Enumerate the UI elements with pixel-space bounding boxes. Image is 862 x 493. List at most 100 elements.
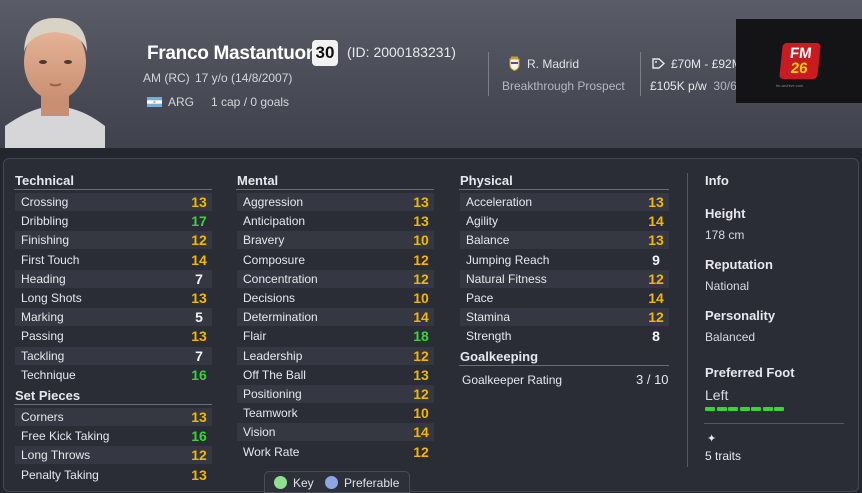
fm26-logo: FM 26 fm-archive.com [736, 19, 862, 103]
attribute-row[interactable]: Positioning 12 [237, 385, 434, 403]
attribute-name: Work Rate [243, 444, 300, 459]
attribute-value: 14 [648, 290, 664, 306]
attribute-name: Aggression [243, 195, 304, 209]
info-divider [687, 173, 688, 467]
contract-expiry: 30/6 [713, 79, 737, 93]
transfer-value: £70M - £92M [671, 57, 742, 71]
attribute-name: Free Kick Taking [21, 429, 110, 444]
attribute-row[interactable]: Leadership 12 [237, 346, 434, 365]
info-heading: Info [705, 173, 729, 188]
set-pieces-heading: Set Pieces [15, 388, 81, 403]
attribute-name: Positioning [243, 387, 302, 401]
height-label: Height [705, 206, 746, 221]
attribute-row[interactable]: Work Rate 12 [237, 443, 434, 461]
player-name: Franco Mastantuono [147, 43, 329, 64]
attribute-row[interactable]: Jumping Reach 9 [460, 251, 669, 269]
attribute-row[interactable]: Acceleration 13 [460, 193, 669, 211]
foot-strength-segment [739, 407, 750, 411]
attribute-name: Teamwork [243, 406, 298, 421]
attribute-row[interactable]: Teamwork 10 [237, 404, 434, 422]
attribute-name: Natural Fitness [466, 271, 547, 286]
international-caps: 1 cap / 0 goals [211, 95, 290, 109]
attribute-value: 13 [191, 328, 207, 345]
foot-strength-segment [728, 407, 738, 411]
attribute-name: Long Throws [21, 448, 91, 463]
key-dot-icon [274, 476, 287, 489]
attribute-row[interactable]: Flair 18 [237, 327, 434, 345]
attribute-row[interactable]: Corners 13 [15, 408, 212, 426]
attribute-row[interactable]: Bravery 10 [237, 231, 434, 250]
wage-contract: £105K p/w 30/6 [650, 79, 737, 93]
attribute-name: Jumping Reach [466, 252, 550, 267]
attribute-row[interactable]: Technique 16 [15, 366, 212, 384]
attribute-name: Decisions [243, 291, 296, 305]
attribute-row[interactable]: Passing 13 [15, 327, 212, 345]
foot-strength-segment [716, 407, 727, 411]
physical-heading: Physical [460, 173, 513, 188]
attribute-row[interactable]: Composure 12 [237, 251, 434, 269]
attribute-row[interactable]: Crossing 13 [15, 193, 212, 211]
attribute-name: First Touch [21, 252, 80, 267]
attribute-row[interactable]: Heading 7 [15, 269, 212, 288]
attribute-row[interactable]: Strength 8 [460, 327, 669, 345]
attribute-row[interactable]: Determination 14 [237, 308, 434, 327]
attribute-name: Corners [21, 410, 64, 424]
attribute-row[interactable]: Aggression 13 [237, 193, 434, 211]
attribute-row[interactable]: Finishing 12 [15, 231, 212, 250]
attribute-name: Pace [466, 291, 494, 305]
attribute-value: 10 [413, 232, 429, 249]
attribute-row[interactable]: Decisions 10 [237, 289, 434, 307]
traits-count[interactable]: 5 traits [705, 449, 741, 463]
attribute-name: Stamina [466, 310, 511, 325]
attribute-row[interactable]: Balance 13 [460, 231, 669, 250]
attribute-row[interactable]: Pace 14 [460, 289, 669, 307]
attribute-name: Marking [21, 310, 64, 325]
club-name[interactable]: R. Madrid [527, 57, 579, 71]
attribute-row[interactable]: Long Shots 13 [15, 289, 212, 307]
attribute-value: 12 [413, 347, 429, 364]
legend-key-label: Key [293, 476, 314, 490]
height-value: 178 cm [705, 228, 745, 242]
sparkle-icon: ✦ [707, 433, 717, 445]
attribute-value: 16 [191, 366, 207, 383]
attribute-row[interactable]: Free Kick Taking 16 [15, 427, 212, 445]
attribute-row[interactable]: Dribbling 17 [15, 212, 212, 230]
attribute-name: Agility [466, 214, 499, 229]
section-divider [459, 365, 669, 366]
attribute-name: Vision [243, 425, 276, 440]
attribute-name: Concentration [243, 271, 318, 286]
attribute-row[interactable]: Concentration 12 [237, 269, 434, 288]
attribute-row[interactable]: Tackling 7 [15, 346, 212, 365]
attribute-value: 7 [195, 270, 203, 287]
goalkeeper-rating-label: Goalkeeper Rating [462, 373, 563, 387]
attribute-row[interactable]: Penalty Taking 13 [15, 466, 212, 484]
attribute-row[interactable]: Marking 5 [15, 308, 212, 327]
mental-heading: Mental [237, 173, 279, 188]
attribute-row[interactable]: Off The Ball 13 [237, 366, 434, 384]
attribute-name: Determination [243, 310, 318, 325]
attribute-value: 10 [413, 405, 429, 422]
player-position: AM (RC) [143, 71, 190, 85]
attribute-name: Bravery [243, 233, 285, 248]
attribute-row[interactable]: Vision 14 [237, 423, 434, 442]
attribute-row[interactable]: First Touch 14 [15, 251, 212, 269]
attribute-name: Strength [466, 329, 512, 344]
attribute-value: 7 [195, 347, 203, 364]
attribute-value: 12 [413, 251, 429, 268]
attribute-value: 12 [191, 232, 207, 249]
attribute-row[interactable]: Stamina 12 [460, 308, 669, 327]
section-divider [236, 189, 434, 190]
attribute-row[interactable]: Long Throws 12 [15, 446, 212, 465]
preferred-foot-label: Preferred Foot [705, 365, 795, 380]
attribute-name: Passing [21, 329, 64, 344]
attribute-row[interactable]: Natural Fitness 12 [460, 269, 669, 288]
preferred-foot-strength-bar [705, 407, 785, 411]
attribute-name: Acceleration [466, 195, 533, 209]
technical-heading: Technical [15, 173, 75, 188]
attribute-value: 12 [413, 270, 429, 287]
attribute-row[interactable]: Anticipation 13 [237, 212, 434, 230]
attribute-row[interactable]: Agility 14 [460, 212, 669, 230]
player-nation[interactable]: ARG [168, 95, 194, 109]
attribute-value: 10 [413, 290, 429, 306]
attribute-value: 14 [648, 213, 664, 230]
